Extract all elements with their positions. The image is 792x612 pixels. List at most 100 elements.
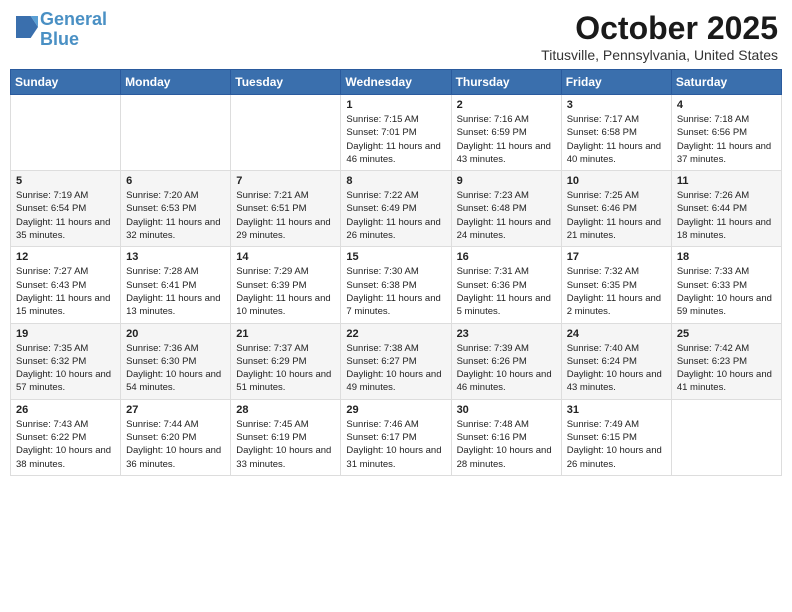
header-row: SundayMondayTuesdayWednesdayThursdayFrid… bbox=[11, 70, 782, 95]
day-number: 18 bbox=[677, 251, 776, 263]
week-row-2: 5 Sunrise: 7:19 AM Sunset: 6:54 PM Daylig… bbox=[11, 171, 782, 247]
day-number: 13 bbox=[126, 251, 225, 263]
day-cell: 11 Sunrise: 7:26 AM Sunset: 6:44 PM Dayli… bbox=[671, 171, 781, 247]
day-info: Sunrise: 7:23 AM Sunset: 6:48 PM Dayligh… bbox=[457, 189, 556, 242]
day-cell: 15 Sunrise: 7:30 AM Sunset: 6:38 PM Dayli… bbox=[341, 247, 451, 323]
day-number: 7 bbox=[236, 175, 335, 187]
day-number: 29 bbox=[346, 404, 445, 416]
day-info: Sunrise: 7:17 AM Sunset: 6:58 PM Dayligh… bbox=[567, 113, 666, 166]
week-row-1: 1Sunrise: 7:15 AM Sunset: 7:01 PM Daylig… bbox=[11, 95, 782, 171]
day-info: Sunrise: 7:18 AM Sunset: 6:56 PM Dayligh… bbox=[677, 113, 776, 166]
day-cell: 4 Sunrise: 7:18 AM Sunset: 6:56 PM Daylig… bbox=[671, 95, 781, 171]
day-number: 23 bbox=[457, 328, 556, 340]
week-row-4: 19Sunrise: 7:35 AM Sunset: 6:32 PM Dayli… bbox=[11, 323, 782, 399]
day-cell: 1Sunrise: 7:15 AM Sunset: 7:01 PM Daylig… bbox=[341, 95, 451, 171]
day-number: 9 bbox=[457, 175, 556, 187]
day-info: Sunrise: 7:40 AM Sunset: 6:24 PM Dayligh… bbox=[567, 342, 666, 395]
day-cell bbox=[121, 95, 231, 171]
day-info: Sunrise: 7:49 AM Sunset: 6:15 PM Dayligh… bbox=[567, 418, 666, 471]
week-row-3: 12Sunrise: 7:27 AM Sunset: 6:43 PM Dayli… bbox=[11, 247, 782, 323]
day-cell: 25 Sunrise: 7:42 AM Sunset: 6:23 PM Dayli… bbox=[671, 323, 781, 399]
day-cell: 13 Sunrise: 7:28 AM Sunset: 6:41 PM Dayli… bbox=[121, 247, 231, 323]
day-number: 25 bbox=[677, 328, 776, 340]
day-number: 30 bbox=[457, 404, 556, 416]
day-cell: 7 Sunrise: 7:21 AM Sunset: 6:51 PM Daylig… bbox=[231, 171, 341, 247]
day-info: Sunrise: 7:44 AM Sunset: 6:20 PM Dayligh… bbox=[126, 418, 225, 471]
day-info: Sunrise: 7:26 AM Sunset: 6:44 PM Dayligh… bbox=[677, 189, 776, 242]
day-info: Sunrise: 7:30 AM Sunset: 6:38 PM Dayligh… bbox=[346, 265, 445, 318]
header-saturday: Saturday bbox=[671, 70, 781, 95]
header-tuesday: Tuesday bbox=[231, 70, 341, 95]
day-cell: 6 Sunrise: 7:20 AM Sunset: 6:53 PM Daylig… bbox=[121, 171, 231, 247]
day-cell: 9 Sunrise: 7:23 AM Sunset: 6:48 PM Daylig… bbox=[451, 171, 561, 247]
month-title: October 2025 bbox=[541, 10, 778, 47]
header-wednesday: Wednesday bbox=[341, 70, 451, 95]
day-number: 10 bbox=[567, 175, 666, 187]
day-info: Sunrise: 7:31 AM Sunset: 6:36 PM Dayligh… bbox=[457, 265, 556, 318]
day-number: 11 bbox=[677, 175, 776, 187]
day-number: 21 bbox=[236, 328, 335, 340]
day-number: 12 bbox=[16, 251, 115, 263]
day-cell: 23 Sunrise: 7:39 AM Sunset: 6:26 PM Dayli… bbox=[451, 323, 561, 399]
day-number: 4 bbox=[677, 99, 776, 111]
day-number: 5 bbox=[16, 175, 115, 187]
day-cell: 26Sunrise: 7:43 AM Sunset: 6:22 PM Dayli… bbox=[11, 399, 121, 475]
page-header: GeneralBlue October 2025 Titusville, Pen… bbox=[10, 10, 782, 63]
header-friday: Friday bbox=[561, 70, 671, 95]
day-cell: 10Sunrise: 7:25 AM Sunset: 6:46 PM Dayli… bbox=[561, 171, 671, 247]
day-info: Sunrise: 7:33 AM Sunset: 6:33 PM Dayligh… bbox=[677, 265, 776, 318]
calendar-header: SundayMondayTuesdayWednesdayThursdayFrid… bbox=[11, 70, 782, 95]
day-number: 6 bbox=[126, 175, 225, 187]
day-info: Sunrise: 7:42 AM Sunset: 6:23 PM Dayligh… bbox=[677, 342, 776, 395]
logo-icon bbox=[16, 16, 38, 38]
day-cell: 22Sunrise: 7:38 AM Sunset: 6:27 PM Dayli… bbox=[341, 323, 451, 399]
day-info: Sunrise: 7:16 AM Sunset: 6:59 PM Dayligh… bbox=[457, 113, 556, 166]
day-info: Sunrise: 7:28 AM Sunset: 6:41 PM Dayligh… bbox=[126, 265, 225, 318]
logo: GeneralBlue bbox=[14, 10, 107, 50]
day-info: Sunrise: 7:29 AM Sunset: 6:39 PM Dayligh… bbox=[236, 265, 335, 318]
day-cell bbox=[231, 95, 341, 171]
week-row-5: 26Sunrise: 7:43 AM Sunset: 6:22 PM Dayli… bbox=[11, 399, 782, 475]
header-monday: Monday bbox=[121, 70, 231, 95]
day-info: Sunrise: 7:19 AM Sunset: 6:54 PM Dayligh… bbox=[16, 189, 115, 242]
logo-text: GeneralBlue bbox=[40, 10, 107, 50]
day-cell: 20Sunrise: 7:36 AM Sunset: 6:30 PM Dayli… bbox=[121, 323, 231, 399]
calendar-table: SundayMondayTuesdayWednesdayThursdayFrid… bbox=[10, 69, 782, 476]
day-cell: 21 Sunrise: 7:37 AM Sunset: 6:29 PM Dayli… bbox=[231, 323, 341, 399]
day-cell: 18 Sunrise: 7:33 AM Sunset: 6:33 PM Dayli… bbox=[671, 247, 781, 323]
calendar-body: 1Sunrise: 7:15 AM Sunset: 7:01 PM Daylig… bbox=[11, 95, 782, 476]
day-info: Sunrise: 7:48 AM Sunset: 6:16 PM Dayligh… bbox=[457, 418, 556, 471]
day-cell: 28Sunrise: 7:45 AM Sunset: 6:19 PM Dayli… bbox=[231, 399, 341, 475]
day-number: 27 bbox=[126, 404, 225, 416]
header-thursday: Thursday bbox=[451, 70, 561, 95]
day-cell: 19Sunrise: 7:35 AM Sunset: 6:32 PM Dayli… bbox=[11, 323, 121, 399]
day-number: 24 bbox=[567, 328, 666, 340]
day-cell: 30 Sunrise: 7:48 AM Sunset: 6:16 PM Dayli… bbox=[451, 399, 561, 475]
day-cell: 12Sunrise: 7:27 AM Sunset: 6:43 PM Dayli… bbox=[11, 247, 121, 323]
day-info: Sunrise: 7:46 AM Sunset: 6:17 PM Dayligh… bbox=[346, 418, 445, 471]
day-cell bbox=[11, 95, 121, 171]
day-number: 15 bbox=[346, 251, 445, 263]
day-info: Sunrise: 7:38 AM Sunset: 6:27 PM Dayligh… bbox=[346, 342, 445, 395]
day-number: 16 bbox=[457, 251, 556, 263]
day-info: Sunrise: 7:45 AM Sunset: 6:19 PM Dayligh… bbox=[236, 418, 335, 471]
day-number: 14 bbox=[236, 251, 335, 263]
day-number: 8 bbox=[346, 175, 445, 187]
day-info: Sunrise: 7:32 AM Sunset: 6:35 PM Dayligh… bbox=[567, 265, 666, 318]
day-info: Sunrise: 7:20 AM Sunset: 6:53 PM Dayligh… bbox=[126, 189, 225, 242]
day-number: 3 bbox=[567, 99, 666, 111]
day-cell: 8 Sunrise: 7:22 AM Sunset: 6:49 PM Daylig… bbox=[341, 171, 451, 247]
day-number: 17 bbox=[567, 251, 666, 263]
day-cell: 14 Sunrise: 7:29 AM Sunset: 6:39 PM Dayli… bbox=[231, 247, 341, 323]
day-info: Sunrise: 7:39 AM Sunset: 6:26 PM Dayligh… bbox=[457, 342, 556, 395]
day-info: Sunrise: 7:35 AM Sunset: 6:32 PM Dayligh… bbox=[16, 342, 115, 395]
day-info: Sunrise: 7:21 AM Sunset: 6:51 PM Dayligh… bbox=[236, 189, 335, 242]
day-number: 26 bbox=[16, 404, 115, 416]
day-number: 31 bbox=[567, 404, 666, 416]
day-cell: 27 Sunrise: 7:44 AM Sunset: 6:20 PM Dayli… bbox=[121, 399, 231, 475]
day-cell: 16 Sunrise: 7:31 AM Sunset: 6:36 PM Dayli… bbox=[451, 247, 561, 323]
day-number: 2 bbox=[457, 99, 556, 111]
day-info: Sunrise: 7:22 AM Sunset: 6:49 PM Dayligh… bbox=[346, 189, 445, 242]
day-cell: 29 Sunrise: 7:46 AM Sunset: 6:17 PM Dayli… bbox=[341, 399, 451, 475]
day-info: Sunrise: 7:37 AM Sunset: 6:29 PM Dayligh… bbox=[236, 342, 335, 395]
